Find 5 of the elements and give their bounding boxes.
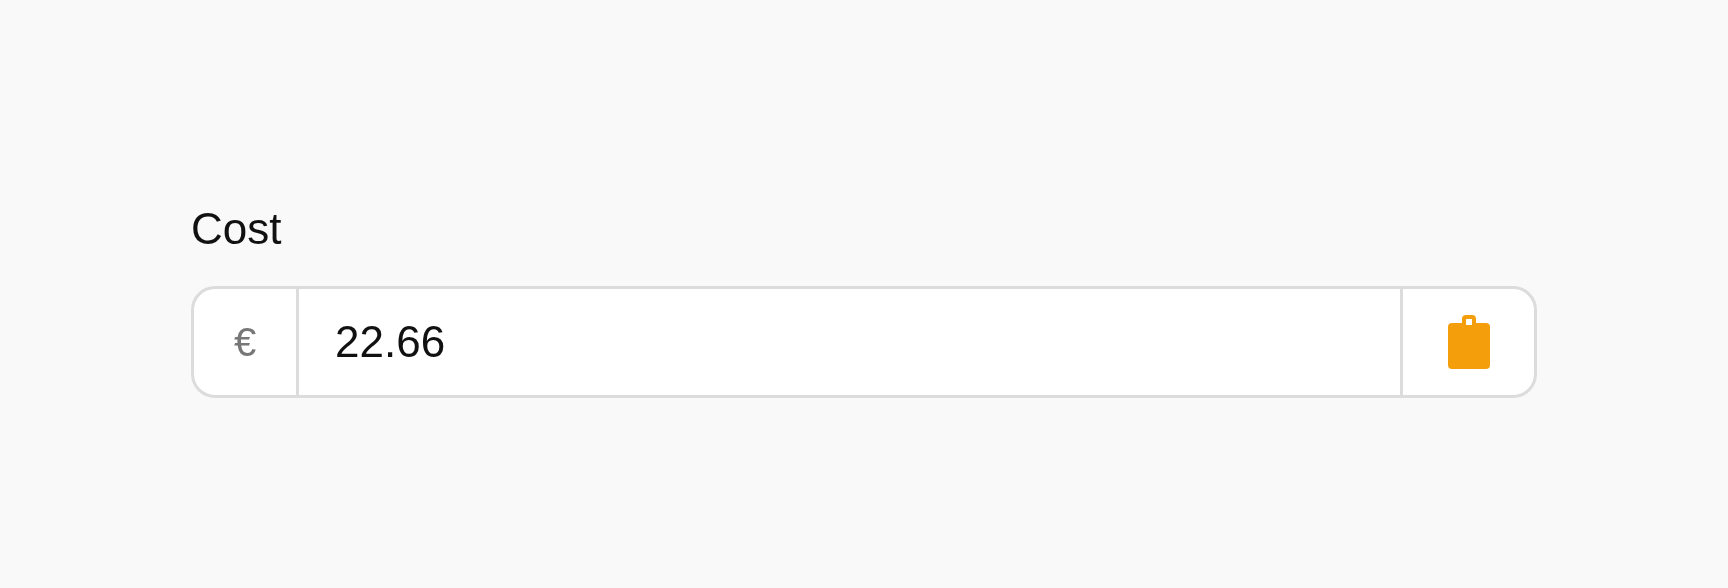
field-label: Cost [191,204,283,254]
cost-input[interactable]: 22.66 [299,286,1400,398]
clipboard-icon [1447,315,1490,369]
currency-prefix: € [191,286,299,398]
clipboard-button[interactable] [1400,286,1537,398]
